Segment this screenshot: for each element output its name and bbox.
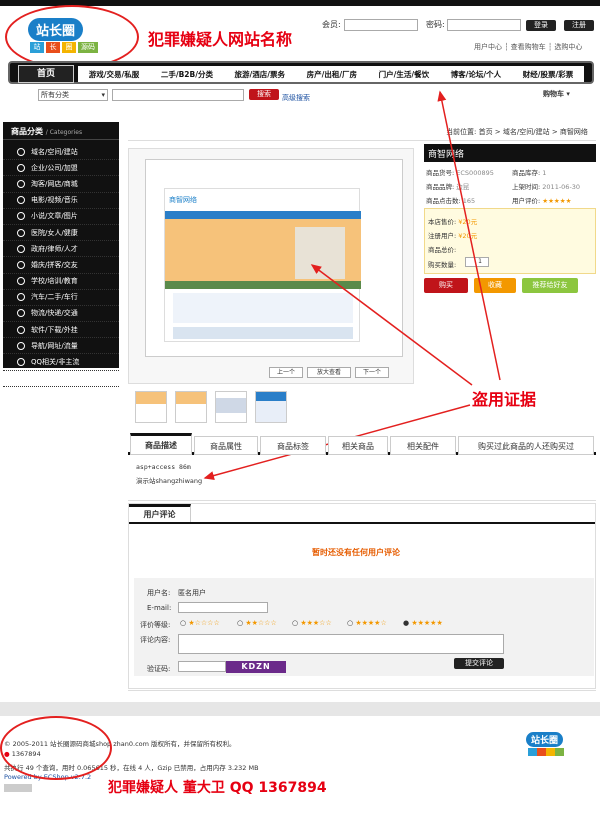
annotation-suspect: 犯罪嫌疑人 董大卫 QQ 1367894 <box>108 780 327 796</box>
review-tab[interactable]: 用户评论 <box>129 504 191 522</box>
nav-item[interactable]: 门户/生活/餐饮 <box>379 69 429 80</box>
review-form: 用户名: 匿名用户 E-mail: 评价等级: ○ ★☆☆☆☆ ○ ★★☆☆☆ … <box>134 578 594 676</box>
top-bar <box>0 0 600 6</box>
tab-accessories[interactable]: 相关配件 <box>390 436 456 455</box>
advanced-search-link[interactable]: 高级搜索 <box>282 93 310 103</box>
register-button[interactable]: 注册 <box>564 20 594 31</box>
category-item[interactable]: 学校/培训/教育 <box>3 274 119 290</box>
username-value: 匿名用户 <box>178 589 206 597</box>
tab-also-bought[interactable]: 购买过此商品的人还购买过 <box>458 436 594 455</box>
nav-item[interactable]: 博客/论坛/个人 <box>451 69 501 80</box>
comment-textarea[interactable] <box>178 634 504 654</box>
nav-item[interactable]: 游戏/交易/私服 <box>89 69 139 80</box>
category-item[interactable]: 物流/快递/交通 <box>3 306 119 323</box>
annotation-circle-footer <box>0 716 112 780</box>
no-reviews-text: 暂时还没有任何用户评论 <box>312 548 400 557</box>
product-info: 商品货号: ECS000895 <box>426 169 494 177</box>
captcha-image[interactable]: KDZN <box>226 661 286 673</box>
rating-option[interactable]: ○ ★★★★☆ <box>347 619 387 627</box>
category-item[interactable]: 淘客/网店/商城 <box>3 176 119 193</box>
category-item[interactable]: 电影/视频/音乐 <box>3 193 119 209</box>
screenshot-title: 商智网络 <box>169 196 197 204</box>
category-item[interactable]: 汽车/二手/车行 <box>3 290 119 306</box>
category-item[interactable]: 软件/下载/外挂 <box>3 322 119 339</box>
footer-logo[interactable]: 站长圈 <box>526 732 570 760</box>
description-line: asp+access 86m <box>136 463 191 471</box>
thumbnail[interactable] <box>135 391 167 423</box>
login-button[interactable]: 登录 <box>526 20 556 31</box>
cart-link[interactable]: 购物车 ▾ <box>543 89 570 99</box>
product-tabs: 商品描述 商品属性 商品标签 相关商品 相关配件 购买过此商品的人还购买过 <box>128 433 596 455</box>
thumbnail-strip <box>135 391 287 423</box>
category-item[interactable]: 医院/女人/健康 <box>3 225 119 242</box>
rating-option[interactable]: ○ ★★☆☆☆ <box>237 619 277 627</box>
member-label: 会员: <box>322 20 341 29</box>
annotation-site-name: 犯罪嫌疑人网站名称 <box>148 30 293 49</box>
buy-button[interactable]: 购买 <box>424 278 468 293</box>
product-image[interactable]: 商智网络 <box>145 159 403 357</box>
category-item[interactable]: 企业/公司/加盟 <box>3 160 119 177</box>
chevron-down-icon: ▾ <box>101 91 105 99</box>
thumbnail[interactable] <box>215 391 247 423</box>
nav-item[interactable]: 财经/股票/彩票 <box>523 69 573 80</box>
submit-review-button[interactable]: 提交评论 <box>454 658 504 669</box>
rating-stars: ★★★★★ <box>542 197 572 205</box>
password-label: 密码: <box>426 20 445 29</box>
rating-option[interactable]: ○ ★★★☆☆ <box>292 619 332 627</box>
next-button[interactable]: 下一个 <box>355 367 389 378</box>
tab-related[interactable]: 相关商品 <box>328 436 388 455</box>
annotation-evidence: 盗用证据 <box>472 390 537 409</box>
breadcrumb: 当前位置: 首页 > 域名/空间/建站 > 商智网络 <box>446 128 588 136</box>
thumbnail[interactable] <box>175 391 207 423</box>
recommend-button[interactable]: 推荐给好友 <box>522 278 578 293</box>
rating-option[interactable]: ○ ★☆☆☆☆ <box>180 619 220 627</box>
thumbnail[interactable] <box>255 391 287 423</box>
search-input[interactable] <box>112 89 244 101</box>
price-box: 本店售价: ¥20元 注册用户: ¥20元 商品总价: 购买数量: 1 <box>424 208 596 274</box>
description-line: 演示站shangzhiwang <box>136 477 203 485</box>
prev-button[interactable]: 上一个 <box>269 367 303 378</box>
tab-description[interactable]: 商品描述 <box>130 433 192 455</box>
rating-option[interactable]: ● ★★★★★ <box>403 619 443 627</box>
category-sidebar: 商品分类 / Categories 域名/空间/建站 企业/公司/加盟 淘客/网… <box>3 122 119 387</box>
main-nav: 首页 游戏/交易/私服 二手/B2B/分类 旅游/酒店/票务 房产/出租/厂房 … <box>8 61 594 84</box>
nav-home[interactable]: 首页 <box>18 65 74 83</box>
product-gallery: 商智网络 上一个 放大查看 下一个 <box>128 148 414 384</box>
zoom-button[interactable]: 放大查看 <box>307 367 351 378</box>
category-item[interactable]: 域名/空间/建站 <box>3 144 119 161</box>
category-item[interactable]: 小说/文章/图片 <box>3 209 119 225</box>
category-item[interactable]: 婚庆/拼客/交友 <box>3 257 119 274</box>
tab-tags[interactable]: 商品标签 <box>260 436 326 455</box>
search-button[interactable]: 搜索 <box>249 89 279 100</box>
footer-bar <box>0 702 600 716</box>
tab-attributes[interactable]: 商品属性 <box>194 436 258 455</box>
category-item[interactable]: 手机/网络/技术 <box>3 371 119 387</box>
email-field[interactable] <box>178 602 268 613</box>
quantity-stepper[interactable]: 1 <box>465 257 489 267</box>
member-input[interactable] <box>344 19 418 31</box>
captcha-input[interactable] <box>178 661 226 672</box>
nav-item[interactable]: 二手/B2B/分类 <box>161 69 213 80</box>
top-links[interactable]: 用户中心 ┆ 查看购物车 ┆ 选购中心 <box>474 42 582 52</box>
product-name: 商智网络 <box>424 144 596 162</box>
password-input[interactable] <box>447 19 521 31</box>
category-select[interactable]: 所有分类 ▾ <box>38 89 108 101</box>
category-item[interactable]: QQ相关/非主流 <box>3 354 119 371</box>
annotation-circle-logo <box>5 5 139 69</box>
category-item[interactable]: 政府/律师/人才 <box>3 241 119 258</box>
validator-badge <box>4 784 32 792</box>
category-item[interactable]: 导航/网址/流量 <box>3 338 119 355</box>
divider <box>128 140 596 141</box>
sidebar-title: 商品分类 / Categories <box>3 122 119 140</box>
favorite-button[interactable]: 收藏 <box>474 278 516 293</box>
nav-item[interactable]: 旅游/酒店/票务 <box>235 69 285 80</box>
nav-item[interactable]: 房产/出租/厂房 <box>307 69 357 80</box>
